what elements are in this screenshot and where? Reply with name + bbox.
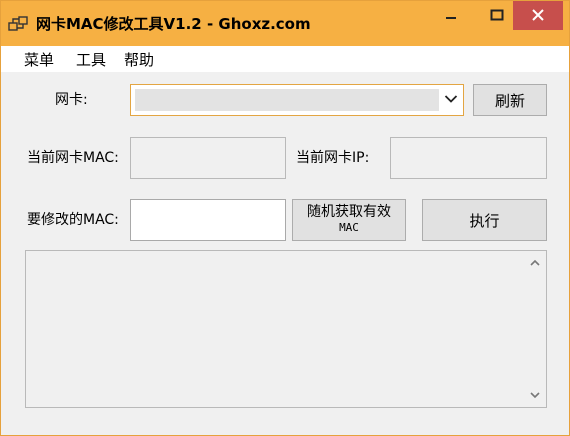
refresh-button[interactable]: 刷新 bbox=[473, 84, 547, 116]
title-bar[interactable]: 网卡MAC修改工具V1.2 - Ghoxz.com bbox=[0, 0, 570, 46]
menu-bar: 菜单 工具 帮助 bbox=[1, 46, 569, 72]
output-log[interactable] bbox=[25, 250, 547, 408]
adapter-label: 网卡: bbox=[55, 92, 88, 108]
new-mac-input[interactable] bbox=[130, 199, 286, 241]
current-mac-field[interactable] bbox=[130, 137, 286, 179]
menu-item-tools[interactable]: 工具 bbox=[76, 50, 106, 70]
current-mac-label: 当前网卡MAC: bbox=[27, 150, 119, 166]
maximize-icon bbox=[490, 9, 504, 21]
scroll-up-icon[interactable] bbox=[530, 259, 540, 267]
random-mac-button-line2: MAC bbox=[339, 221, 359, 234]
menu-item-help[interactable]: 帮助 bbox=[124, 50, 154, 70]
minimize-button[interactable] bbox=[428, 0, 474, 30]
random-mac-button[interactable]: 随机获取有效 MAC bbox=[292, 199, 406, 241]
current-ip-label: 当前网卡IP: bbox=[296, 150, 370, 166]
close-button[interactable] bbox=[513, 0, 563, 30]
close-icon bbox=[532, 9, 544, 21]
adapter-select[interactable] bbox=[130, 84, 464, 116]
random-mac-button-line1: 随机获取有效 bbox=[307, 204, 391, 220]
menu-item-menu[interactable]: 菜单 bbox=[24, 50, 54, 70]
network-adapter-icon bbox=[8, 16, 28, 31]
new-mac-label: 要修改的MAC: bbox=[27, 212, 119, 228]
chevron-down-icon bbox=[444, 95, 458, 103]
current-ip-field[interactable] bbox=[390, 137, 547, 179]
minimize-icon bbox=[446, 17, 456, 19]
window-title: 网卡MAC修改工具V1.2 - Ghoxz.com bbox=[36, 15, 311, 33]
execute-button[interactable]: 执行 bbox=[422, 199, 547, 241]
adapter-select-value bbox=[135, 89, 439, 111]
scroll-down-icon[interactable] bbox=[530, 391, 540, 399]
